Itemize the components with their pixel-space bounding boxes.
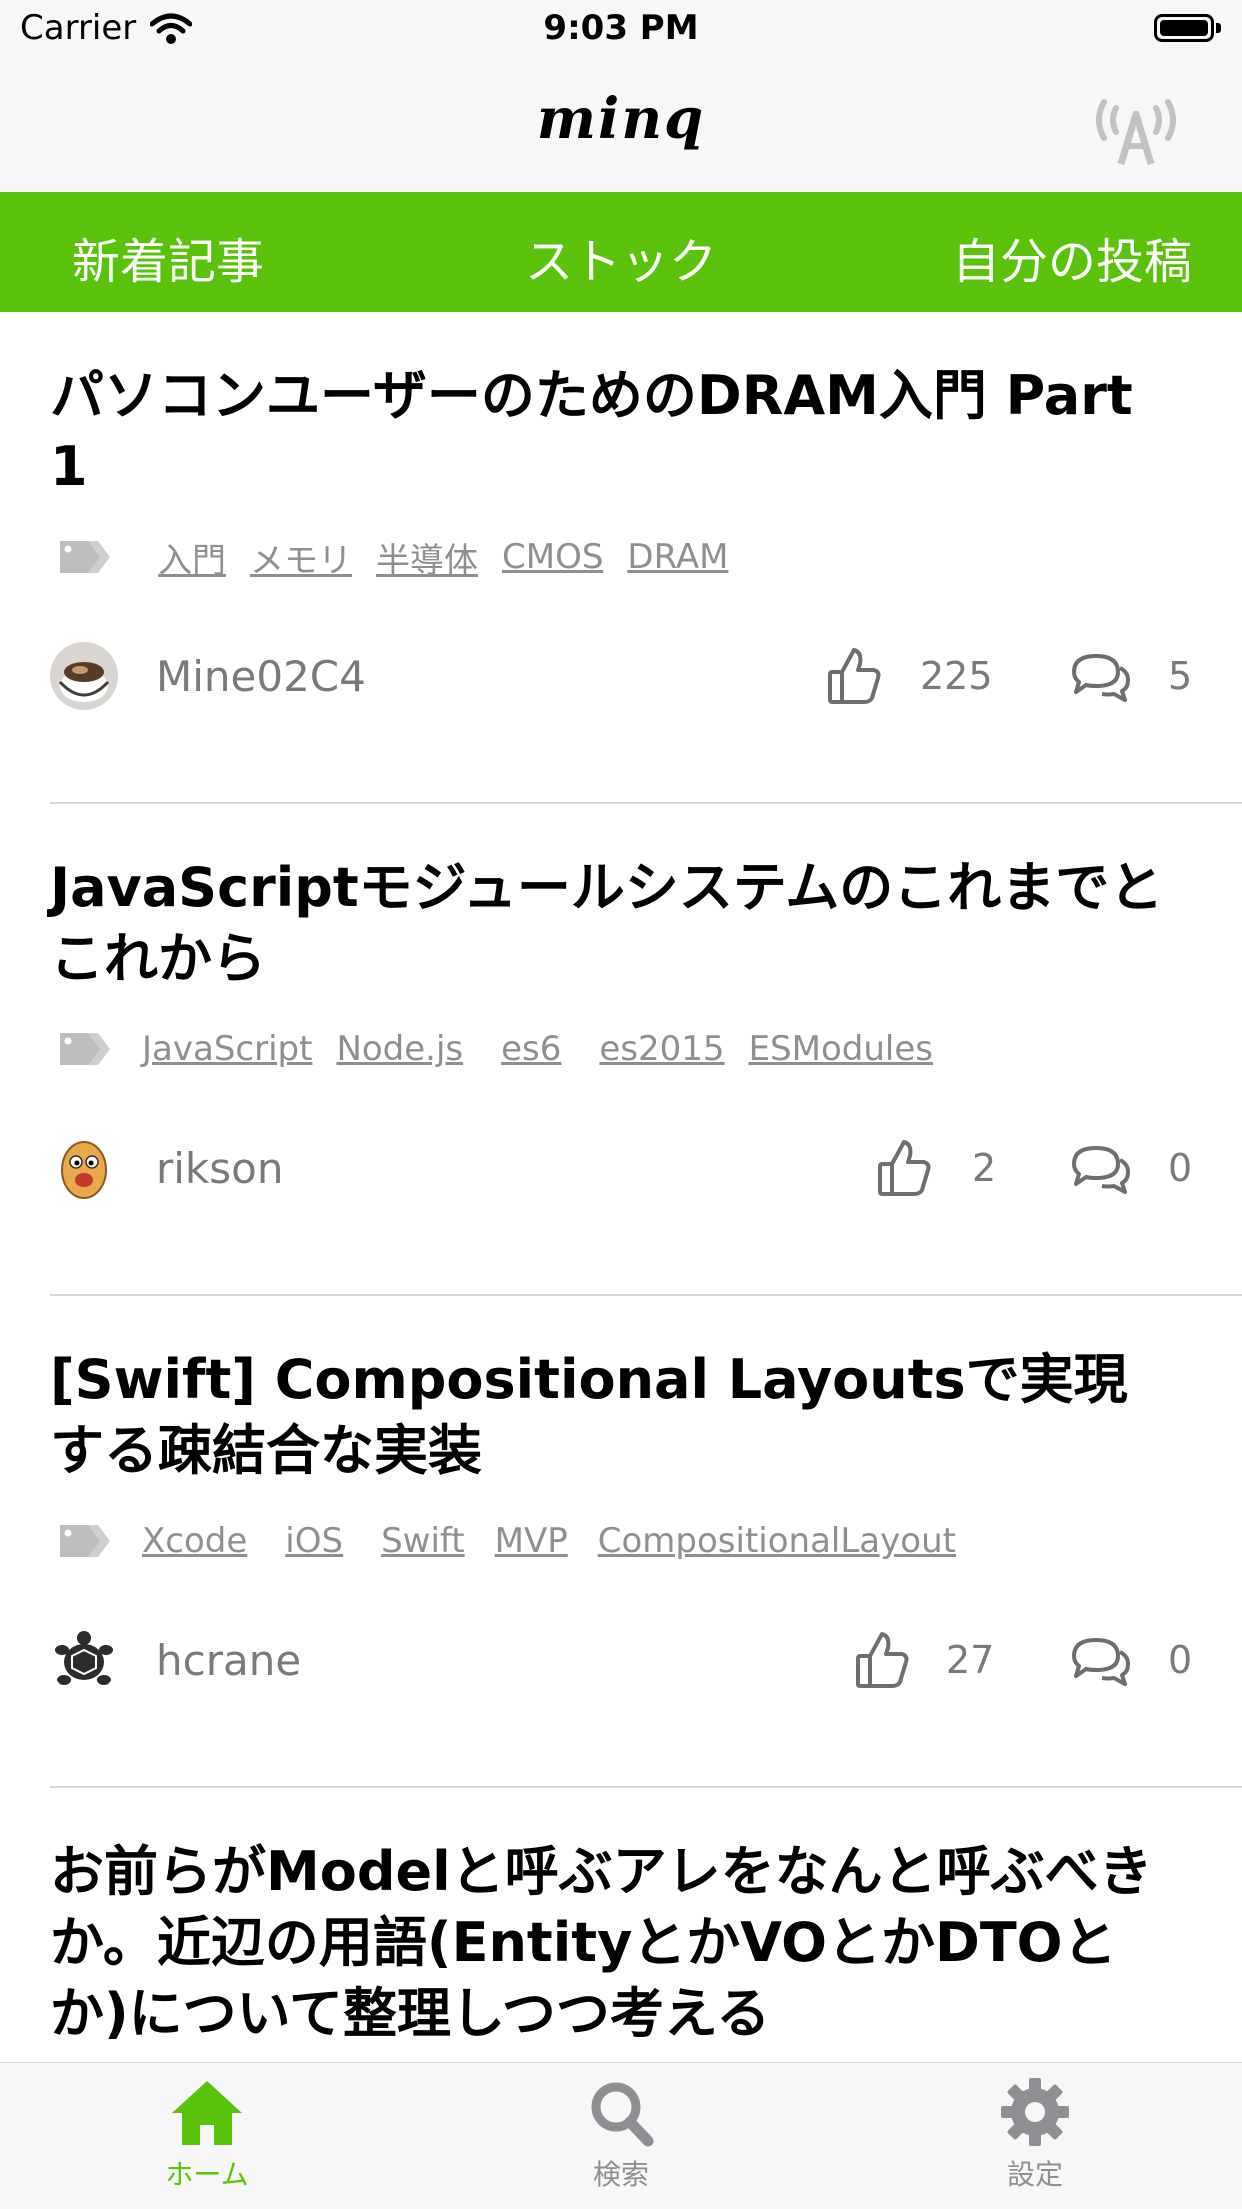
tab-settings[interactable]: 設定	[945, 2077, 1125, 2193]
tag-link[interactable]: es2015	[599, 1029, 724, 1069]
article-cell[interactable]: パソコンユーザーのためのDRAM入門 Part 1 入門 メモリ 半導体 CMO…	[0, 312, 1242, 804]
broadcast-icon[interactable]	[1090, 90, 1182, 170]
tab-settings-label: 設定	[1006, 2158, 1063, 2191]
author-row: rikson 2 0	[50, 1134, 1193, 1204]
article-cell[interactable]: JavaScriptモジュールシステムのこれまでとこれから JavaScript…	[0, 804, 1242, 1296]
article-title: JavaScriptモジュールシステムのこれまでとこれから	[50, 856, 1164, 990]
author-row: Mine02C4 225 5	[50, 642, 1193, 712]
thumbs-up-icon[interactable]	[876, 1138, 932, 1198]
tags-icon	[60, 1525, 110, 1557]
status-bar: Carrier 9:03 PM	[0, 0, 1242, 62]
like-count: 2	[972, 1146, 997, 1190]
gear-icon	[1001, 2078, 1069, 2146]
tab-search-label: 検索	[592, 2158, 649, 2191]
tag-link[interactable]: ESModules	[749, 1029, 933, 1069]
tag-link[interactable]: es6	[501, 1029, 561, 1069]
article-cell[interactable]: [Swift] Compositional Layoutsで実現する疎結合な実装…	[0, 1296, 1242, 1788]
tag-link[interactable]: 入門	[158, 533, 226, 582]
tab-search[interactable]: 検索	[531, 2077, 711, 2193]
avatar[interactable]	[50, 642, 118, 710]
tab-my-posts[interactable]: 自分の投稿	[952, 222, 1192, 292]
comment-icon[interactable]	[1068, 1142, 1132, 1196]
tags-icon	[60, 1033, 110, 1065]
article-title: お前らがModelと呼ぶアレをなんと呼ぶべきか。近辺の用語(EntityとかVO…	[50, 1840, 1153, 2045]
author-name[interactable]: rikson	[156, 1144, 283, 1193]
tag-link[interactable]: Swift	[381, 1521, 465, 1561]
status-time: 9:03 PM	[543, 8, 699, 48]
tags-row: Xcode iOS Swift MVP CompositionalLayout	[58, 1516, 980, 1566]
article-title: パソコンユーザーのためのDRAM入門 Part 1	[50, 364, 1133, 498]
search-icon	[591, 2082, 654, 2147]
article-cell[interactable]: お前らがModelと呼ぶアレをなんと呼ぶべきか。近辺の用語(EntityとかVO…	[0, 1788, 1242, 2062]
battery-icon	[1154, 14, 1214, 42]
comment-icon[interactable]	[1068, 650, 1132, 704]
tag-link[interactable]: iOS	[285, 1521, 343, 1561]
segment-tab-bar: 新着記事 ストック 自分の投稿	[0, 192, 1242, 312]
thumbs-up-icon[interactable]	[854, 1630, 910, 1690]
author-row: hcrane 27 0	[50, 1626, 1193, 1696]
tag-link[interactable]: Xcode	[142, 1521, 247, 1561]
like-count: 27	[946, 1638, 995, 1682]
home-icon	[172, 2081, 242, 2145]
tab-home-label: ホーム	[165, 2158, 249, 2191]
navigation-bar: minq	[0, 62, 1242, 192]
author-name[interactable]: hcrane	[156, 1636, 301, 1685]
thumbs-up-icon[interactable]	[826, 646, 882, 706]
tab-home[interactable]: ホーム	[117, 2077, 297, 2193]
bottom-tab-bar: ホーム 検索 設定	[0, 2062, 1242, 2209]
tags-icon	[60, 541, 110, 573]
comment-count: 5	[1168, 654, 1193, 698]
avatar[interactable]	[50, 1626, 118, 1694]
tag-link[interactable]: DRAM	[627, 537, 728, 577]
tag-link[interactable]: CompositionalLayout	[598, 1521, 956, 1561]
avatar[interactable]	[50, 1134, 118, 1202]
tag-link[interactable]: CMOS	[502, 537, 603, 577]
tag-link[interactable]: メモリ	[250, 533, 352, 582]
battery-tip	[1216, 23, 1221, 33]
tag-link[interactable]: Node.js	[336, 1029, 463, 1069]
comment-count: 0	[1168, 1638, 1193, 1682]
tag-link[interactable]: MVP	[495, 1521, 568, 1561]
tags-row: JavaScript Node.js es6 es2015 ESModules	[58, 1024, 957, 1074]
author-name[interactable]: Mine02C4	[156, 652, 366, 701]
tag-link[interactable]: 半導体	[376, 533, 478, 582]
article-title: [Swift] Compositional Layoutsで実現する疎結合な実装	[50, 1348, 1128, 1482]
like-count: 225	[920, 654, 993, 698]
comment-icon[interactable]	[1068, 1634, 1132, 1688]
comment-count: 0	[1168, 1146, 1193, 1190]
tag-link[interactable]: JavaScript	[142, 1029, 312, 1069]
app-logo: minq	[536, 86, 706, 152]
tags-row: 入門 メモリ 半導体 CMOS DRAM	[58, 532, 752, 582]
